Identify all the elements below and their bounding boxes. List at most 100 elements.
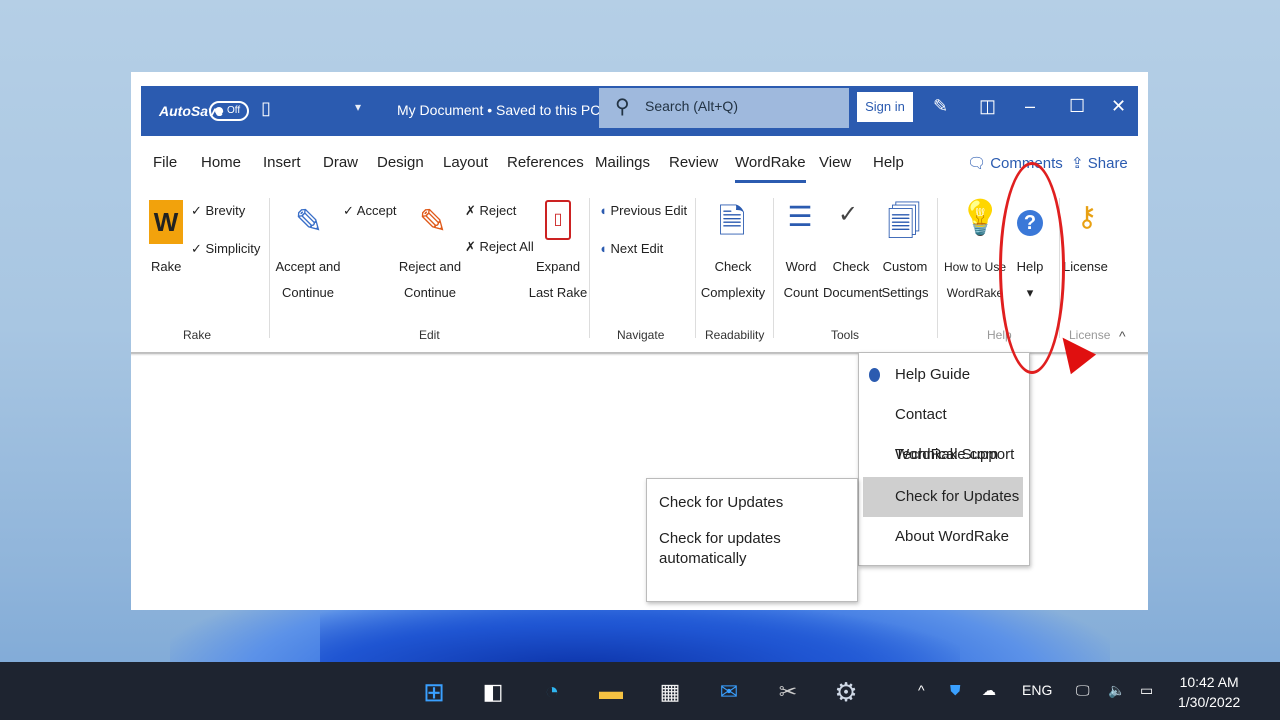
battery-icon[interactable]: ▭ bbox=[1140, 682, 1153, 699]
tab-file[interactable]: File bbox=[153, 154, 177, 171]
wordrake-ribbon: W Rake ✓ Brevity ✓ Simplicity Rake ✎ Acc… bbox=[131, 190, 1148, 354]
share-label: Share bbox=[1087, 155, 1128, 172]
separator bbox=[695, 198, 696, 338]
volume-icon[interactable]: 🔈 bbox=[1108, 682, 1125, 699]
word-count-line1: Word bbox=[785, 259, 817, 274]
reject-label: Reject bbox=[479, 203, 517, 218]
autosave-toggle[interactable]: Off bbox=[209, 101, 249, 121]
start-icon[interactable]: ⊞ bbox=[418, 676, 450, 708]
group-rake: Rake bbox=[183, 328, 212, 342]
tab-layout[interactable]: Layout bbox=[443, 154, 488, 171]
reject-all-label: Reject All bbox=[479, 239, 534, 254]
brevity-option[interactable]: ✓ Brevity bbox=[191, 198, 245, 224]
separator bbox=[773, 198, 774, 338]
menu-item-help-guide[interactable]: Help Guide bbox=[859, 355, 1029, 395]
store-icon[interactable]: ▦ bbox=[654, 676, 686, 708]
language-indicator[interactable]: ENG bbox=[1022, 682, 1052, 698]
collapse-ribbon-icon[interactable]: ^ bbox=[1119, 328, 1126, 344]
tab-view[interactable]: View bbox=[819, 154, 851, 171]
settings-icon[interactable]: ⚙ bbox=[830, 676, 862, 708]
word-count-button[interactable]: Word Count bbox=[779, 254, 823, 306]
rake-button-label[interactable]: Rake bbox=[151, 254, 181, 280]
reject-continue-line1: Reject and bbox=[398, 259, 462, 274]
file-explorer-icon[interactable]: ▬ bbox=[595, 676, 627, 708]
tab-home[interactable]: Home bbox=[201, 154, 241, 171]
tab-references[interactable]: References bbox=[507, 154, 584, 171]
search-input[interactable]: ⚲ Search (Alt+Q) bbox=[599, 88, 849, 128]
tab-wordrake[interactable]: WordRake bbox=[735, 154, 806, 183]
ribbon-tabs: File Home Insert Draw Design Layout Refe… bbox=[151, 150, 1141, 183]
group-tools: Tools bbox=[831, 328, 860, 342]
previous-edit-label: Previous Edit bbox=[610, 203, 688, 218]
reject-continue-icon: ✎ bbox=[418, 203, 448, 241]
next-edit-button[interactable]: ◖ Next Edit bbox=[599, 236, 663, 262]
previous-edit-button[interactable]: ◖ Previous Edit bbox=[599, 198, 687, 224]
comments-button[interactable]: 🗨 Comments bbox=[967, 154, 1063, 172]
simplicity-option[interactable]: ✓ Simplicity bbox=[191, 236, 260, 262]
how-to-line1: How to Use bbox=[943, 260, 1007, 274]
network-icon[interactable]: 🖵 bbox=[1076, 682, 1090, 699]
search-placeholder: Search (Alt+Q) bbox=[645, 98, 738, 114]
submenu-check-automatically[interactable]: Check for updates automatically bbox=[659, 529, 845, 569]
wallpaper-bloom-core bbox=[320, 600, 960, 670]
share-button[interactable]: ⇪ Share bbox=[1071, 154, 1128, 172]
submenu-check-now[interactable]: Check for Updates bbox=[659, 493, 845, 513]
check-complexity-icon: 🗎 bbox=[718, 203, 746, 241]
tab-help[interactable]: Help bbox=[873, 154, 904, 171]
search-icon: ⚲ bbox=[615, 96, 630, 118]
minimize-icon[interactable]: – bbox=[1025, 96, 1035, 117]
accept-continue-button[interactable]: Accept and Continue bbox=[275, 254, 341, 306]
check-complexity-line2: Complexity bbox=[700, 285, 766, 300]
reject-continue-button[interactable]: Reject and Continue bbox=[397, 254, 463, 306]
tab-insert[interactable]: Insert bbox=[263, 154, 301, 171]
tab-review[interactable]: Review bbox=[669, 154, 718, 171]
menu-item-about[interactable]: About WordRake bbox=[859, 517, 1029, 557]
pen-icon[interactable]: ✎ bbox=[933, 96, 948, 117]
expand-rake-icon: ▯ bbox=[545, 200, 571, 240]
group-readability: Readability bbox=[705, 328, 765, 342]
accept-continue-icon: ✎ bbox=[294, 203, 324, 241]
edge-icon[interactable]: ◔ bbox=[536, 676, 568, 708]
check-complexity-button[interactable]: Check Complexity bbox=[699, 254, 767, 306]
wordrake-logo-icon[interactable]: W bbox=[149, 200, 183, 244]
check-document-button[interactable]: Check Document bbox=[823, 254, 882, 306]
onedrive-icon[interactable]: ☁ bbox=[982, 682, 996, 699]
separator bbox=[589, 198, 590, 338]
defender-icon[interactable]: ⛊ bbox=[950, 682, 961, 699]
widgets-icon[interactable]: ◧ bbox=[477, 676, 509, 708]
mail-icon[interactable]: ✉ bbox=[713, 676, 745, 708]
menu-item-contact[interactable]: Contact WordRake.com bbox=[859, 395, 1029, 463]
title-bar: AutoSave Off ▯ ▾ My Document • Saved to … bbox=[141, 86, 1138, 136]
tab-draw[interactable]: Draw bbox=[323, 154, 358, 171]
menu-item-technical-support[interactable]: Technical Support bbox=[859, 435, 1029, 475]
brevity-label: Brevity bbox=[205, 203, 246, 218]
expand-rake-line2: Last Rake bbox=[528, 285, 588, 300]
clock-time: 10:42 AM bbox=[1179, 674, 1239, 690]
reject-all-button[interactable]: ✗ Reject All bbox=[465, 234, 534, 260]
menu-item-check-updates[interactable]: Check for Updates bbox=[863, 477, 1023, 517]
save-icon[interactable]: ▯ bbox=[261, 98, 271, 119]
how-to-use-button[interactable]: How to Use WordRake bbox=[943, 254, 1007, 306]
sign-in-button[interactable]: Sign in bbox=[857, 92, 913, 122]
tab-design[interactable]: Design bbox=[377, 154, 424, 171]
close-icon[interactable]: ✕ bbox=[1111, 96, 1126, 117]
show-hidden-icons-icon[interactable]: ^ bbox=[918, 682, 925, 698]
check-updates-submenu: Check for Updates Check for updates auto… bbox=[646, 478, 858, 602]
word-count-icon: ☰ bbox=[787, 201, 813, 232]
custom-settings-button[interactable]: Custom Settings bbox=[879, 254, 931, 306]
document-title[interactable]: My Document • Saved to this PC ⌄ bbox=[397, 102, 616, 119]
expand-last-rake-button[interactable]: Expand Last Rake bbox=[527, 254, 589, 306]
check-document-line1: Check bbox=[832, 259, 870, 274]
expand-rake-line1: Expand bbox=[535, 259, 581, 274]
accept-button[interactable]: ✓ Accept bbox=[343, 198, 397, 224]
help-dropdown-menu: Help Guide Contact WordRake.com Technica… bbox=[858, 352, 1030, 566]
customize-qat-icon[interactable]: ▾ bbox=[355, 100, 361, 114]
maximize-icon[interactable]: ☐ bbox=[1069, 96, 1085, 117]
clock[interactable]: 10:42 AM 1/30/2022 bbox=[1178, 672, 1240, 712]
snipping-tool-icon[interactable]: ✂ bbox=[772, 676, 804, 708]
license-button[interactable]: License bbox=[1063, 254, 1108, 280]
reject-button[interactable]: ✗ Reject bbox=[465, 198, 516, 224]
tab-mailings[interactable]: Mailings bbox=[595, 154, 650, 171]
custom-settings-line2: Settings bbox=[881, 285, 929, 300]
ribbon-display-icon[interactable]: ◫ bbox=[979, 96, 996, 117]
